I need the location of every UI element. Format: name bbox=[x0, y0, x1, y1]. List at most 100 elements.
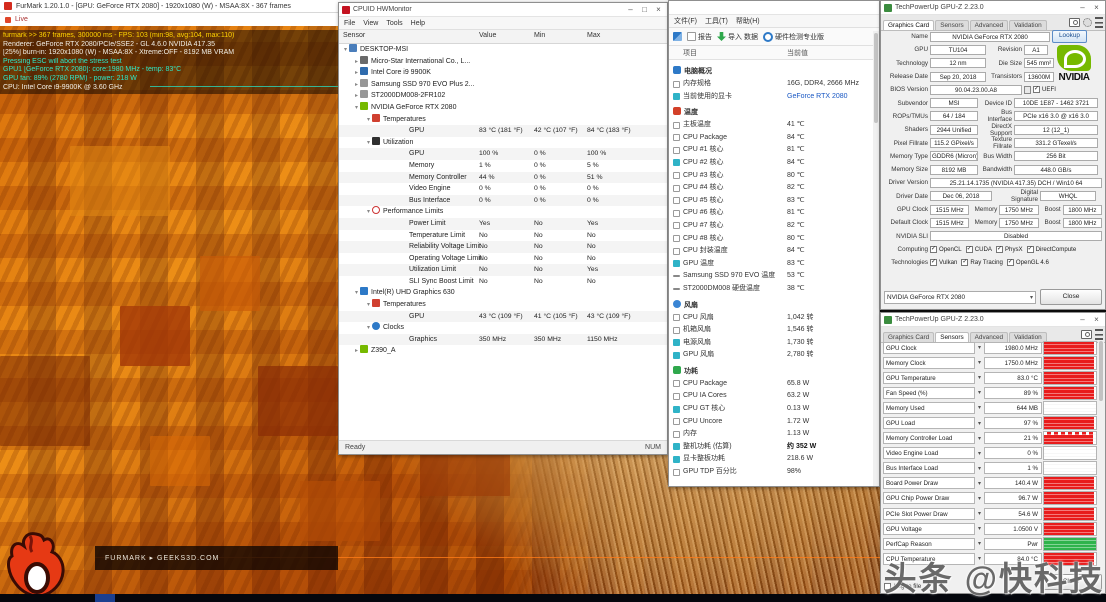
row-checkbox[interactable] bbox=[673, 159, 680, 166]
cn-sensor-row[interactable]: CPU #1 核心 81 ℃ bbox=[669, 144, 879, 157]
chevron-down-icon[interactable]: ▾ bbox=[976, 465, 983, 472]
screenshot-camera-icon[interactable] bbox=[1069, 18, 1080, 27]
sensor-graph-row[interactable]: Memory Used ▾ 644 MB bbox=[883, 400, 1097, 415]
cn-sensor-row[interactable]: 显卡整板功耗 218.6 W bbox=[669, 453, 879, 466]
sensor-row[interactable]: ▾Performance Limits bbox=[339, 206, 667, 218]
row-checkbox[interactable] bbox=[673, 81, 680, 88]
cn-sensor-row[interactable]: GPU 温度 83 ℃ bbox=[669, 258, 879, 271]
cn-sensor-list[interactable]: 电脑概况 内存规格 16G, DDR4, 2666 MHz 当前使用的显卡 Ge… bbox=[669, 60, 879, 487]
hwmonitor-titlebar[interactable]: CPUID HWMonitor – □ × bbox=[339, 3, 667, 17]
hwmonitor-sensor-tree[interactable]: ▾DESKTOP-MSI ▸Micro-Star International C… bbox=[339, 44, 667, 432]
minimize-icon[interactable]: – bbox=[625, 4, 636, 15]
menu-help[interactable]: Help bbox=[411, 20, 425, 27]
sensor-graph-row[interactable]: PCIe Slot Power Draw ▾ 54.6 W bbox=[883, 506, 1097, 521]
sensor-row[interactable]: ▸Micro-Star International Co., L... bbox=[339, 56, 667, 68]
cn-sensor-row[interactable]: CPU 封装温度 84 ℃ bbox=[669, 245, 879, 258]
screenshot-camera-icon[interactable] bbox=[1081, 330, 1092, 339]
cn-sensor-row[interactable]: CPU Uncore 1.72 W bbox=[669, 416, 879, 429]
chevron-down-icon[interactable]: ▾ bbox=[976, 480, 983, 487]
gpuz-sensors-titlebar[interactable]: TechPowerUp GPU-Z 2.23.0 – × bbox=[881, 313, 1105, 327]
row-checkbox[interactable] bbox=[673, 93, 680, 100]
sensor-row[interactable]: ▾Temperatures bbox=[339, 114, 667, 126]
row-checkbox[interactable] bbox=[673, 185, 680, 192]
cn-scrollbar[interactable] bbox=[873, 31, 879, 487]
tab-graphics-card[interactable]: Graphics Card bbox=[883, 20, 934, 30]
cn-sensor-row[interactable]: CPU 风扇 1,042 转 bbox=[669, 312, 879, 325]
row-checkbox[interactable] bbox=[673, 443, 680, 450]
row-checkbox[interactable] bbox=[673, 222, 680, 229]
save-bios-icon[interactable] bbox=[1024, 86, 1031, 94]
sensor-row[interactable]: Temperature Limit No No No bbox=[339, 230, 667, 242]
cn-sensor-row[interactable]: 电源风扇 1,730 转 bbox=[669, 337, 879, 350]
sensor-graph-row[interactable]: Board Power Draw ▾ 140.4 W bbox=[883, 476, 1097, 491]
sensor-row[interactable]: GPU 100 % 0 % 100 % bbox=[339, 148, 667, 160]
import-data-button[interactable]: 导入 数据 bbox=[717, 32, 758, 42]
sensor-row[interactable]: ▸Samsung SSD 970 EVO Plus 2... bbox=[339, 79, 667, 91]
cn-sensor-row[interactable]: CPU GT 核心 0.13 W bbox=[669, 403, 879, 416]
sensor-row[interactable]: GPU 43 °C (109 °F) 41 °C (105 °F) 43 °C … bbox=[339, 311, 667, 323]
close-button[interactable]: Close bbox=[1040, 289, 1102, 305]
menu-file[interactable]: File bbox=[344, 20, 355, 27]
sensor-graph-row[interactable]: GPU Temperature ▾ 83.0 °C bbox=[883, 370, 1097, 385]
cn-sensor-row[interactable]: Samsung SSD 970 EVO 温度 53 ℃ bbox=[669, 270, 879, 283]
cn-sensor-row[interactable]: CPU Package 65.8 W bbox=[669, 378, 879, 391]
sensor-graph-row[interactable]: GPU Chip Power Draw ▾ 96.7 W bbox=[883, 491, 1097, 506]
chevron-down-icon[interactable]: ▾ bbox=[976, 495, 983, 502]
capability-checkbox[interactable]: ✓ bbox=[930, 246, 937, 253]
cn-menu-file[interactable]: 文件(F) bbox=[674, 16, 697, 26]
sensor-graph-row[interactable]: Bus Interface Load ▾ 1 % bbox=[883, 461, 1097, 476]
sensor-row[interactable]: GPU 83 °C (181 °F) 42 °C (107 °F) 84 °C … bbox=[339, 125, 667, 137]
col-min[interactable]: Min bbox=[534, 32, 545, 39]
graph-icon[interactable] bbox=[673, 32, 682, 41]
uefi-checkbox[interactable]: ✓ bbox=[1033, 86, 1040, 93]
cn-sensor-row[interactable]: CPU Package 84 ℃ bbox=[669, 132, 879, 145]
hwmonitor-column-header[interactable]: Sensor Value Min Max bbox=[339, 30, 667, 44]
menu-hamburger-icon[interactable] bbox=[1095, 17, 1103, 28]
row-checkbox[interactable] bbox=[673, 288, 680, 290]
cn-sensor-row[interactable]: ST2000DM008 硬盘温度 38 ℃ bbox=[669, 283, 879, 296]
sensor-graph-row[interactable]: GPU Clock ▾ 1980.0 MHz bbox=[883, 340, 1097, 355]
menu-hamburger-icon[interactable] bbox=[1095, 329, 1103, 340]
col-value[interactable]: Value bbox=[479, 32, 496, 39]
sensor-row[interactable]: Memory 1 % 0 % 5 % bbox=[339, 160, 667, 172]
sensor-row[interactable]: ▸Intel Core i9 9900K bbox=[339, 67, 667, 79]
cn-sensor-row[interactable]: CPU IA Cores 63.2 W bbox=[669, 390, 879, 403]
cn-sensor-row[interactable]: CPU #6 核心 81 ℃ bbox=[669, 207, 879, 220]
tab-advanced[interactable]: Advanced bbox=[970, 20, 1008, 30]
capability-checkbox[interactable]: ✓ bbox=[1007, 259, 1014, 266]
minimize-icon[interactable]: – bbox=[1077, 314, 1088, 325]
row-checkbox[interactable] bbox=[673, 456, 680, 463]
tree-twisty[interactable]: ▸ bbox=[353, 346, 360, 358]
cn-sensor-row[interactable]: 整机功耗 (估算) 约 352 W bbox=[669, 441, 879, 454]
sensor-graph-row[interactable]: GPU Load ▾ 97 % bbox=[883, 415, 1097, 430]
sensor-row[interactable]: ▾DESKTOP-MSI bbox=[339, 44, 667, 56]
row-checkbox[interactable] bbox=[673, 352, 680, 359]
chevron-down-icon[interactable]: ▾ bbox=[976, 435, 983, 442]
row-checkbox[interactable] bbox=[673, 172, 680, 179]
sensor-row[interactable]: ▸ST2000DM008-2FR102 bbox=[339, 90, 667, 102]
cn-sensor-row[interactable]: CPU #8 核心 80 ℃ bbox=[669, 233, 879, 246]
sensor-row[interactable]: SLI Sync Boost Limit No No No bbox=[339, 276, 667, 288]
capability-checkbox[interactable]: ✓ bbox=[1027, 246, 1034, 253]
row-checkbox[interactable] bbox=[673, 197, 680, 204]
close-icon[interactable]: × bbox=[653, 4, 664, 15]
sensor-row[interactable]: Reliability Voltage Limit No No No bbox=[339, 241, 667, 253]
sensor-graph-row[interactable]: Memory Clock ▾ 1750.0 MHz bbox=[883, 355, 1097, 370]
menu-tools[interactable]: Tools bbox=[386, 20, 402, 27]
chevron-down-icon[interactable]: ▾ bbox=[976, 420, 983, 427]
gpu-select-combo[interactable]: NVIDIA GeForce RTX 2080▾ bbox=[884, 291, 1036, 304]
sensor-row[interactable]: ▾Clocks bbox=[339, 322, 667, 334]
row-checkbox[interactable] bbox=[673, 380, 680, 387]
furmark-menu-live[interactable]: Live bbox=[15, 16, 28, 23]
taskbar-active-app[interactable] bbox=[95, 594, 115, 602]
cn-menu-help[interactable]: 帮助(H) bbox=[736, 16, 760, 26]
tab-validation[interactable]: Validation bbox=[1009, 20, 1047, 30]
chevron-down-icon[interactable]: ▾ bbox=[976, 510, 983, 517]
settings-gear-icon[interactable] bbox=[1083, 18, 1092, 27]
row-checkbox[interactable] bbox=[673, 339, 680, 346]
cn-sensor-row[interactable]: CPU #3 核心 80 ℃ bbox=[669, 170, 879, 183]
row-checkbox[interactable] bbox=[673, 393, 680, 400]
sensor-row[interactable]: Memory Controller 44 % 0 % 51 % bbox=[339, 172, 667, 184]
cn-sensor-row[interactable]: GPU 风扇 2,780 转 bbox=[669, 349, 879, 362]
chevron-down-icon[interactable]: ▾ bbox=[976, 374, 983, 381]
